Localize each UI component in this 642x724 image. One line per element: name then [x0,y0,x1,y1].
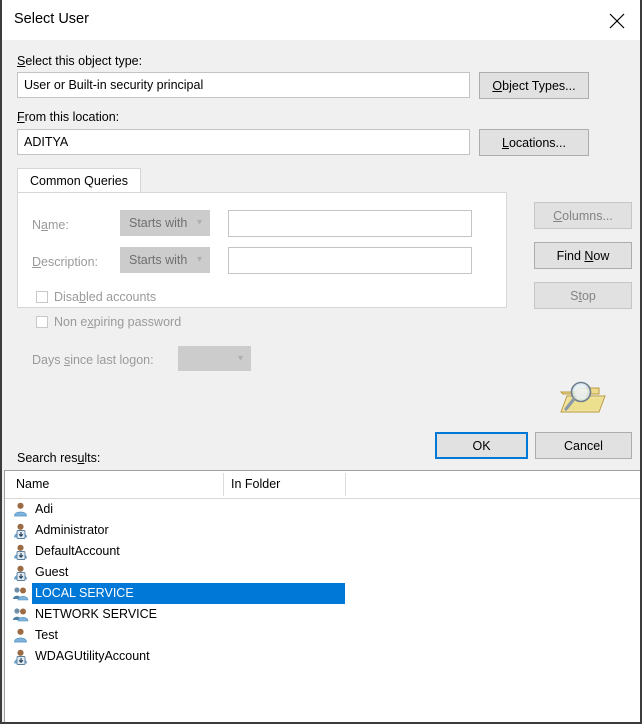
user-disabled-icon [12,564,29,581]
list-column-header: Name In Folder [5,471,640,499]
tab-common-queries[interactable]: Common Queries [17,168,141,193]
group-icon [12,606,29,623]
table-row[interactable]: WDAGUtilityAccount [5,646,640,667]
name-operator-combo[interactable]: Starts with ▾ [120,210,210,236]
name-label: Name: [32,218,69,232]
group-icon [12,585,29,602]
user-disabled-icon [12,543,29,560]
disabled-accounts-label: Disabled accounts [54,290,157,304]
name-input[interactable] [228,210,472,237]
row-name: Guest [35,565,69,579]
description-input[interactable] [228,247,472,274]
table-row[interactable]: NETWORK SERVICE [5,604,640,625]
row-name: Administrator [35,523,109,537]
table-row[interactable]: Test [5,625,640,646]
window-title: Select User [14,11,89,27]
row-name: Test [35,628,58,642]
row-name: WDAGUtilityAccount [35,649,150,663]
name-operator-value: Starts with [129,216,188,230]
tab-strip: Common Queries [17,168,507,193]
chevron-down-icon: ▾ [237,353,243,364]
stop-button[interactable]: Stop [534,282,632,309]
object-types-button[interactable]: Object Types... [479,72,589,99]
chevron-down-icon: ▾ [196,254,202,265]
column-divider[interactable] [223,473,224,496]
user-disabled-icon [12,648,29,665]
table-row[interactable]: Administrator [5,520,640,541]
table-row[interactable]: DefaultAccount [5,541,640,562]
column-divider[interactable] [345,473,346,496]
column-header-in-folder[interactable]: In Folder [231,471,280,498]
object-type-field[interactable]: User or Built-in security principal [17,72,470,98]
user-disabled-icon [12,522,29,539]
days-since-logon-label: Days since last logon: [32,353,154,367]
column-header-name[interactable]: Name [16,471,49,498]
days-since-logon-combo[interactable]: ▾ [178,346,251,371]
object-type-label: Select this object type: [17,54,143,68]
select-user-dialog: Select User Select this object type: Use… [0,0,642,724]
row-name: DefaultAccount [35,544,120,558]
description-operator-value: Starts with [129,253,188,267]
row-name: Adi [35,502,54,516]
table-row[interactable]: Guest [5,562,640,583]
user-icon [12,501,29,518]
magnifier-folder-icon [555,376,609,422]
user-icon [12,627,29,644]
title-bar: Select User [2,0,640,41]
description-label: Description: [32,255,99,269]
search-results-label: Search results: [17,451,101,465]
cancel-button[interactable]: Cancel [535,432,632,459]
disabled-accounts-checkbox[interactable] [36,291,48,303]
locations-button[interactable]: Locations... [479,129,589,156]
close-button[interactable] [594,0,640,40]
row-name: NETWORK SERVICE [35,607,158,621]
table-row[interactable]: LOCAL SERVICE [5,583,640,604]
table-row[interactable]: Adi [5,499,640,520]
search-results-list[interactable]: Name In Folder Adi Administrator DefaultAc… [4,470,640,722]
row-name: LOCAL SERVICE [32,583,345,604]
find-now-button[interactable]: Find Now [534,242,632,269]
location-field[interactable]: ADITYA [17,129,470,155]
non-expiring-password-label: Non expiring password [54,315,182,329]
description-operator-combo[interactable]: Starts with ▾ [120,247,210,273]
result-rows: Adi Administrator DefaultAccount Guest LOCAL… [5,499,640,667]
dialog-body: Select this object type: User or Built-i… [2,40,640,470]
columns-button[interactable]: Columns... [534,202,632,229]
non-expiring-password-checkbox[interactable] [36,316,48,328]
chevron-down-icon: ▾ [196,217,202,228]
location-label: From this location: [17,110,120,124]
ok-button[interactable]: OK [435,432,528,459]
